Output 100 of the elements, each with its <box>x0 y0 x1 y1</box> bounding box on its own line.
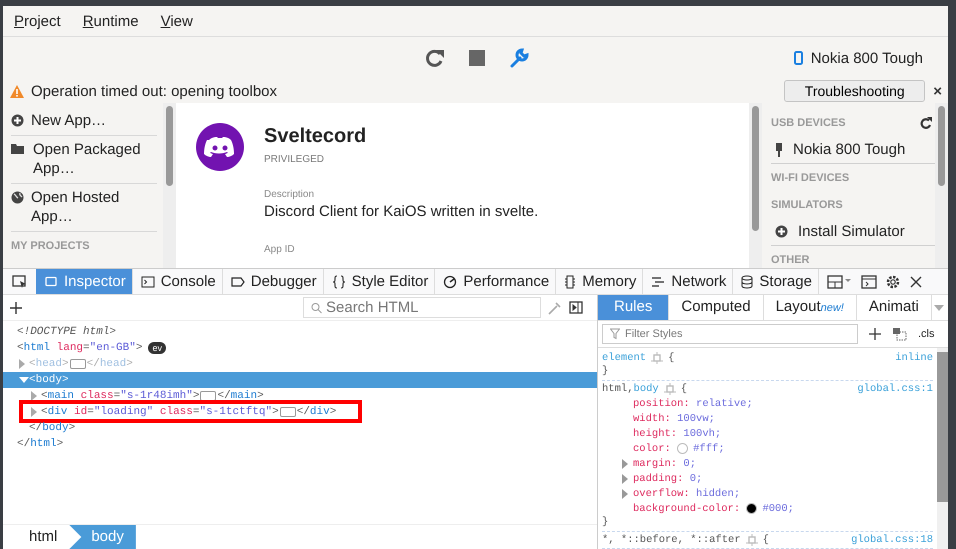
device-selector[interactable]: Nokia 800 Tough <box>810 50 923 66</box>
section-heading: WI-FI DEVICES <box>771 172 850 184</box>
scrollbar-thumb[interactable] <box>938 106 945 186</box>
event-badge[interactable]: ev <box>148 342 166 354</box>
warning-icon <box>9 84 25 98</box>
menu-item[interactable]: Runtime <box>82 12 139 30</box>
troubleshooting-button[interactable]: Troubleshooting <box>784 80 926 102</box>
tag-shape-icon <box>230 276 245 288</box>
element-picker-icon[interactable] <box>12 274 28 288</box>
pseudo-class-icon[interactable] <box>892 327 908 341</box>
lines-icon <box>651 276 666 288</box>
scrollbar-thumb[interactable] <box>752 106 759 231</box>
menu-item[interactable]: Project <box>14 12 61 30</box>
markup-line[interactable]: <div id="loading" class="s-1tctftq"> </div> <box>41 406 336 418</box>
settings-icon[interactable] <box>884 274 901 290</box>
devtools-tab[interactable]: Debugger <box>222 269 324 294</box>
markup-line[interactable]: <main class="s-1r48imh"> </main> <box>41 390 264 402</box>
ellipsis-icon[interactable] <box>200 391 216 401</box>
opening-brace: { <box>680 382 688 394</box>
opening-brace: { <box>668 352 674 364</box>
rule-selector: html,body <box>602 382 659 394</box>
cls-toggle[interactable]: .cls <box>918 328 934 340</box>
selector-highlight-icon[interactable] <box>651 352 664 364</box>
devtools-tab[interactable]: Network <box>643 269 734 294</box>
app-type-label: PRIVILEGED <box>264 154 326 165</box>
rule-selector: *, *::before, *::after <box>602 534 741 546</box>
devtools-tab[interactable]: Style Editor <box>324 269 436 294</box>
sidebar-toggle-icon[interactable] <box>569 301 583 314</box>
plus-circle-icon <box>11 114 24 127</box>
opening-brace: { <box>762 534 769 546</box>
color-swatch[interactable] <box>746 503 758 514</box>
markup-line[interactable]: </body> <box>29 422 76 434</box>
rule-selector: element <box>602 352 646 364</box>
breadcrumb[interactable]: html <box>3 525 70 549</box>
selector-highlight-icon[interactable] <box>664 382 676 394</box>
devtools-tab[interactable]: Console <box>132 269 223 294</box>
css-declaration[interactable]: height: 100vh; <box>633 428 722 440</box>
scrollbar-thumb[interactable] <box>166 106 173 186</box>
sidebar-item[interactable]: Open Hosted App… <box>11 184 157 232</box>
add-rule-icon[interactable] <box>868 327 882 341</box>
folder-icon <box>11 143 26 155</box>
devtools-tab[interactable]: Storage <box>733 269 819 294</box>
css-declaration[interactable]: background-color: #000; <box>633 502 794 514</box>
app-name: Sveltecord <box>264 125 368 148</box>
css-declaration[interactable]: padding: 0; <box>633 472 702 484</box>
close-button[interactable]: × <box>931 82 948 100</box>
terminal-icon <box>140 276 155 288</box>
stop-icon[interactable] <box>468 49 486 67</box>
notification-message: Operation timed out: opening toolbox <box>31 82 277 100</box>
css-declaration[interactable]: overflow: hidden; <box>633 488 740 500</box>
devtools-tab[interactable]: Memory <box>556 269 644 294</box>
field-label: Description <box>264 189 316 200</box>
add-node-icon[interactable] <box>9 300 23 314</box>
sidebar-item[interactable]: New App… <box>11 107 157 136</box>
sidebar-tab[interactable]: Computed <box>669 295 764 320</box>
css-declaration[interactable]: margin: 0; <box>633 458 696 470</box>
color-swatch[interactable] <box>677 443 688 454</box>
menu-item[interactable]: View <box>160 12 193 30</box>
section-heading: MY PROJECTS <box>11 239 91 252</box>
plus-circle-icon <box>775 225 788 238</box>
css-declaration[interactable]: color: #fff; <box>633 442 725 454</box>
ellipsis-icon[interactable] <box>280 407 296 417</box>
section-heading: OTHER <box>771 254 810 266</box>
selector-highlight-icon[interactable] <box>746 534 758 546</box>
braces-icon <box>332 274 346 288</box>
css-declaration[interactable]: width: 100vw; <box>633 412 715 424</box>
devtools-tab[interactable]: Performance <box>435 269 556 294</box>
closing-brace: } <box>602 516 608 528</box>
markup-line[interactable]: <!DOCTYPE html> <box>17 326 116 338</box>
refresh-icon[interactable] <box>920 116 933 128</box>
ellipsis-icon[interactable] <box>70 359 86 369</box>
closing-brace: } <box>602 365 608 377</box>
close-icon[interactable] <box>908 274 923 288</box>
dropdown-caret-icon[interactable] <box>934 304 944 310</box>
database-icon <box>741 274 754 288</box>
device-list-item[interactable]: Install Simulator <box>771 218 935 246</box>
field-value: Discord Client for KaiOS written in svelte. <box>264 203 538 220</box>
wrench-icon[interactable] <box>508 47 530 69</box>
sidebar-tab[interactable]: Animati <box>856 295 932 320</box>
chip-icon <box>564 274 576 288</box>
filter-field[interactable]: Filter Styles <box>602 324 858 344</box>
funnel-icon <box>610 328 620 340</box>
box-icon <box>44 276 58 288</box>
usb-plug-icon <box>775 142 783 156</box>
markup-line[interactable]: </html> <box>17 438 64 450</box>
sidebar-tab[interactable]: Layoutnew! <box>764 295 857 320</box>
gauge-icon <box>443 274 458 288</box>
sidebar-item[interactable]: Open Packaged App… <box>11 136 157 184</box>
split-console-icon[interactable] <box>860 274 877 288</box>
phone-icon <box>794 51 803 65</box>
css-declaration[interactable]: position: relative; <box>633 398 753 410</box>
reload-icon[interactable] <box>424 48 446 68</box>
search-icon <box>311 302 322 313</box>
layout-dropdown-icon[interactable] <box>826 274 853 290</box>
markup-line[interactable]: <html lang="en-GB"> <box>17 342 142 354</box>
scrollbar-thumb[interactable] <box>937 352 948 502</box>
app-logo-icon <box>196 123 244 171</box>
eyedropper-icon[interactable] <box>547 300 563 316</box>
section-heading: USB DEVICES <box>771 116 846 128</box>
search-field[interactable]: Search HTML <box>303 297 541 318</box>
